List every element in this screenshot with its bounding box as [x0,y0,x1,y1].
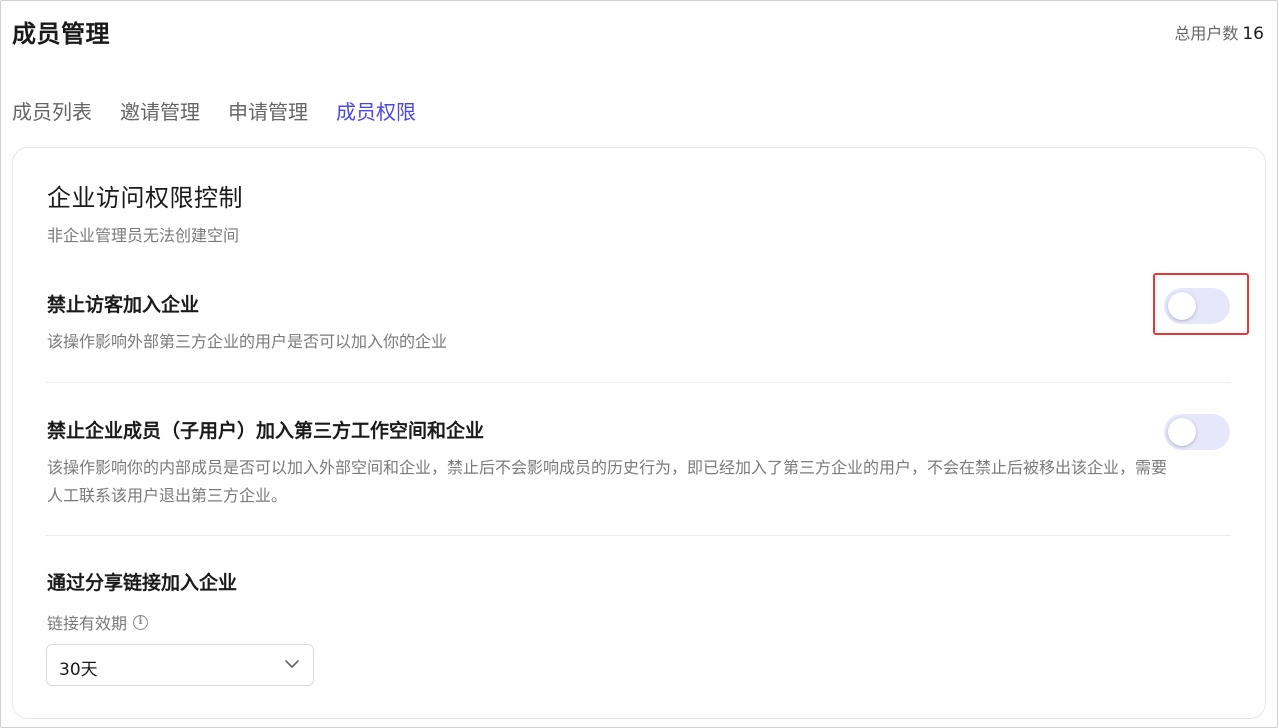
toggle-block-members[interactable] [1164,414,1230,450]
link-validity-select[interactable]: 30天 [46,644,314,686]
setting-title-block-members: 禁止企业成员（子用户）加入第三方工作空间和企业 [47,420,485,442]
tab-member-list[interactable]: 成员列表 [12,96,92,129]
divider [45,535,1231,536]
link-validity-label-row: 链接有效期 i [47,610,149,634]
setting-title-block-guests: 禁止访客加入企业 [47,294,200,316]
section-title: 企业访问权限控制 [47,184,243,212]
setting-desc-block-guests: 该操作影响外部第三方企业的用户是否可以加入你的企业 [47,332,448,351]
permissions-card: 企业访问权限控制 非企业管理员无法创建空间 禁止访客加入企业 该操作影响外部第三… [12,147,1266,719]
user-count-value: 16 [1242,24,1264,44]
tab-invite-management[interactable]: 邀请管理 [120,96,200,129]
page-title: 成员管理 [12,20,110,48]
tab-member-permissions[interactable]: 成员权限 [336,96,416,129]
highlight-annotation [1153,273,1249,335]
info-icon[interactable]: i [133,614,149,630]
tab-application-management[interactable]: 申请管理 [228,96,308,129]
chevron-down-icon [285,660,299,668]
divider [45,382,1231,383]
toggle-knob [1168,418,1196,446]
link-validity-label: 链接有效期 [47,614,128,633]
user-count: 总用户数 16 [1174,20,1264,44]
setting-desc-block-members: 该操作影响你的内部成员是否可以加入外部空间和企业，禁止后不会影响成员的历史行为，… [47,458,1168,505]
link-validity-value: 30天 [59,660,98,680]
user-count-label: 总用户数 [1174,24,1239,43]
share-link-title: 通过分享链接加入企业 [47,572,238,594]
tab-bar: 成员列表 邀请管理 申请管理 成员权限 [12,96,444,129]
section-subtitle: 非企业管理员无法创建空间 [47,226,240,245]
